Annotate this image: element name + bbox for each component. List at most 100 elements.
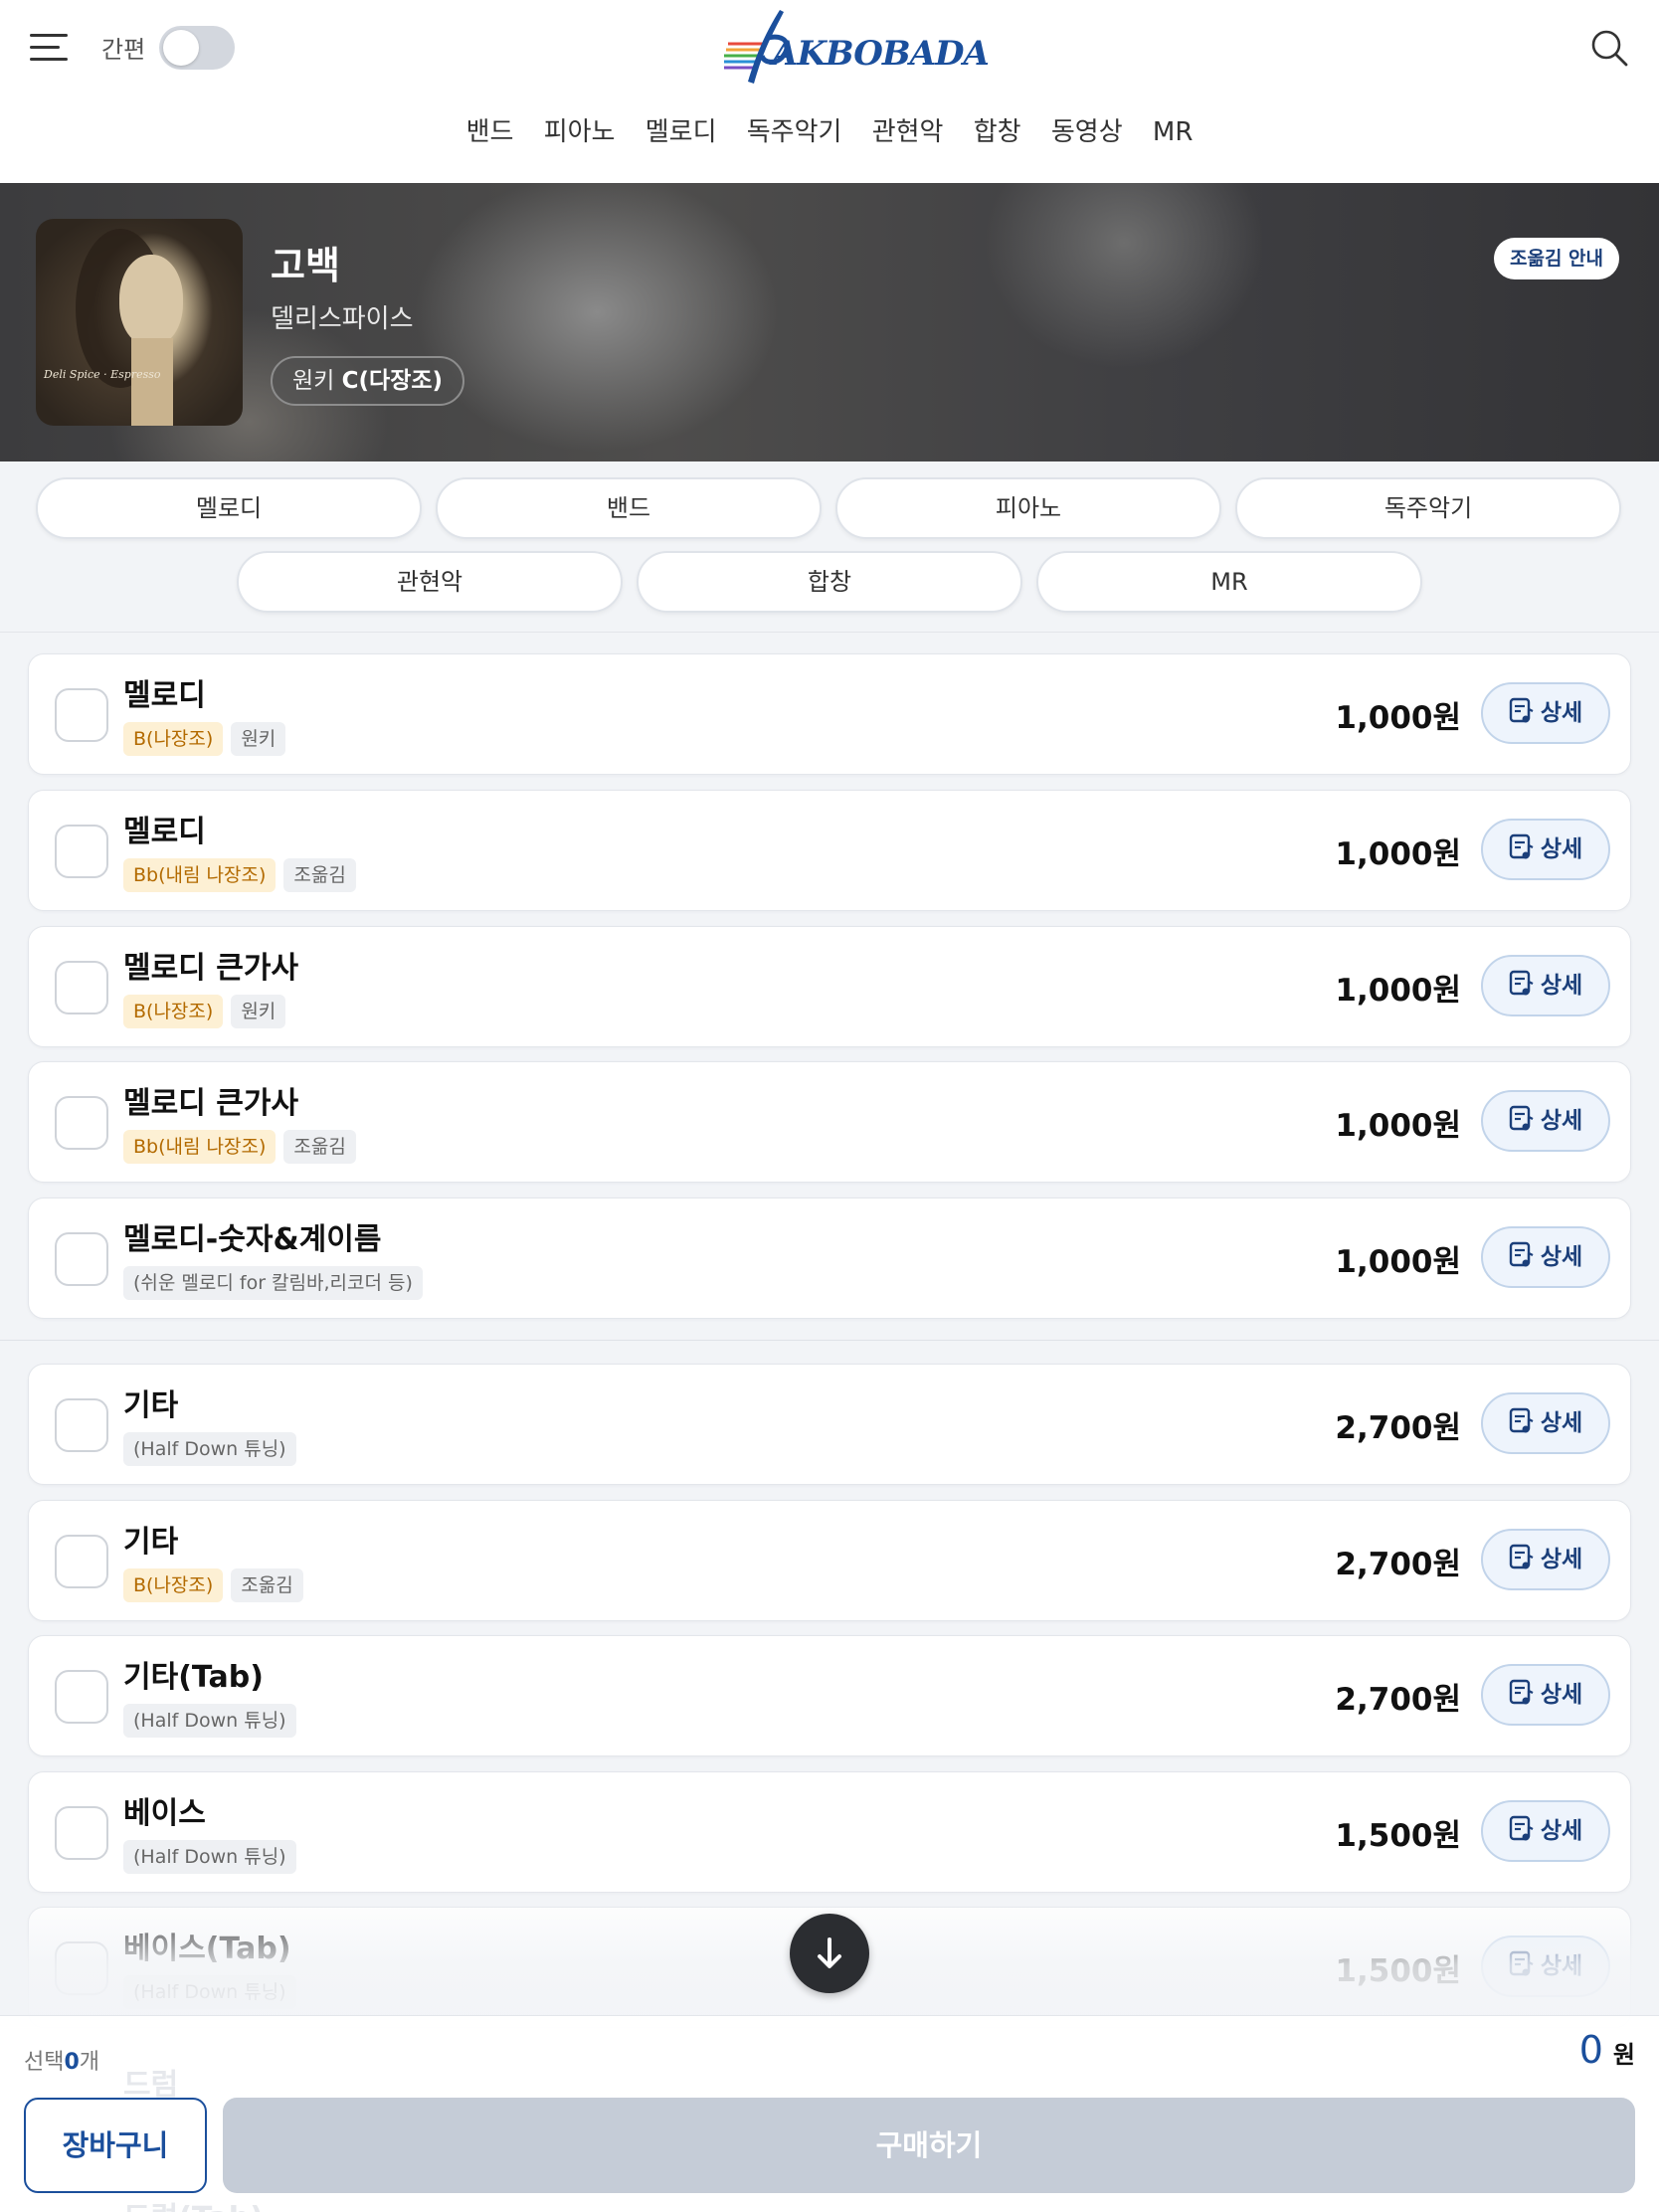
transpose-info-button[interactable]: 조옮김 안내 xyxy=(1494,238,1620,279)
select-checkbox[interactable] xyxy=(55,1096,108,1150)
item-tags: (쉬운 멜로디 for 칼림바,리코더 등) xyxy=(123,1266,423,1300)
sheet-music-icon xyxy=(1509,833,1534,859)
select-checkbox[interactable] xyxy=(55,1670,108,1724)
original-key-badge: 원키 C(다장조) xyxy=(271,356,465,406)
chip-orchestra[interactable]: 관현악 xyxy=(237,551,623,613)
select-checkbox[interactable] xyxy=(55,961,108,1014)
sheet-music-icon xyxy=(1509,1679,1534,1705)
info-tag: (Half Down 튜닝) xyxy=(123,1432,296,1466)
total-price: 0원 xyxy=(1579,2028,1635,2072)
item-tags: B(나장조) 조옮김 xyxy=(123,1568,303,1602)
simple-mode-toggle[interactable] xyxy=(159,26,235,70)
select-checkbox[interactable] xyxy=(55,688,108,742)
scroll-down-button[interactable] xyxy=(790,1914,869,1993)
info-tag: 조옮김 xyxy=(231,1568,303,1602)
score-item-card[interactable]: 기타(Tab) (Half Down 튜닝) 2,700원 상세 xyxy=(28,1635,1631,1756)
nav-item-band[interactable]: 밴드 xyxy=(466,111,514,148)
item-name: 기타(Tab) xyxy=(123,1660,264,1695)
nav-item-video[interactable]: 동영상 xyxy=(1051,111,1123,148)
score-item-card[interactable]: 기타 B(나장조) 조옮김 2,700원 상세 xyxy=(28,1500,1631,1621)
detail-button[interactable]: 상세 xyxy=(1481,1090,1610,1152)
purchase-bar: 드럼 드럼(Tab) 선택0개 0원 장바구니 구매하기 xyxy=(0,2015,1659,2212)
detail-label: 상세 xyxy=(1540,1547,1583,1572)
score-item-card[interactable]: 멜로디 Bb(내림 나장조) 조옮김 1,000원 상세 xyxy=(28,790,1631,911)
detail-label: 상세 xyxy=(1540,1108,1583,1134)
detail-button[interactable]: 상세 xyxy=(1481,1226,1610,1288)
select-checkbox[interactable] xyxy=(55,825,108,878)
detail-button[interactable]: 상세 xyxy=(1481,819,1610,880)
item-price: 1,000원 xyxy=(1335,700,1461,736)
nav-item-piano[interactable]: 피아노 xyxy=(544,111,616,148)
item-tags: B(나장조) 원키 xyxy=(123,995,286,1028)
add-to-cart-button[interactable]: 장바구니 xyxy=(24,2098,207,2193)
key-tag: Bb(내림 나장조) xyxy=(123,1130,276,1164)
section-divider xyxy=(0,1340,1659,1341)
sheet-music-icon xyxy=(1509,1105,1534,1131)
detail-button[interactable]: 상세 xyxy=(1481,1529,1610,1590)
info-tag: (Half Down 튜닝) xyxy=(123,1704,296,1738)
score-item-card[interactable]: 멜로디 큰가사 Bb(내림 나장조) 조옮김 1,000원 상세 xyxy=(28,1061,1631,1183)
chip-choir[interactable]: 합창 xyxy=(637,551,1022,613)
detail-button[interactable]: 상세 xyxy=(1481,955,1610,1016)
score-item-card[interactable]: 멜로디 B(나장조) 원키 1,000원 상세 xyxy=(28,653,1631,775)
chip-band[interactable]: 밴드 xyxy=(436,477,822,539)
nav-item-melody[interactable]: 멜로디 xyxy=(645,111,717,148)
sheet-music-icon xyxy=(1509,697,1534,723)
detail-button[interactable]: 상세 xyxy=(1481,682,1610,744)
selected-count-value: 0 xyxy=(64,2050,80,2075)
nav-item-solo[interactable]: 독주악기 xyxy=(747,111,842,148)
song-artist: 델리스파이스 xyxy=(271,304,414,334)
top-header: 간편 AKBOBADA 밴드 피아노 멜로디 독주악기 관현악 합창 동영상 M… xyxy=(0,0,1659,183)
select-checkbox[interactable] xyxy=(55,1806,108,1860)
item-name: 멜로디 큰가사 xyxy=(123,951,299,986)
select-checkbox[interactable] xyxy=(55,1398,108,1452)
chip-solo[interactable]: 독주악기 xyxy=(1235,477,1621,539)
score-item-card[interactable]: 베이스 (Half Down 튜닝) 1,500원 상세 xyxy=(28,1771,1631,1893)
sheet-music-icon xyxy=(1509,1407,1534,1433)
select-checkbox[interactable] xyxy=(55,1232,108,1286)
item-price: 2,700원 xyxy=(1335,1410,1461,1446)
search-icon[interactable] xyxy=(1589,28,1629,68)
score-item-card[interactable]: 멜로디 큰가사 B(나장조) 원키 1,000원 상세 xyxy=(28,926,1631,1047)
sheet-music-icon xyxy=(1509,1815,1534,1841)
item-tags: (Half Down 튜닝) xyxy=(123,1840,296,1874)
akbobada-logo[interactable]: AKBOBADA xyxy=(724,8,990,90)
item-price: 1,000원 xyxy=(1335,1108,1461,1144)
item-price: 1,500원 xyxy=(1335,1818,1461,1854)
selected-count: 선택0개 xyxy=(24,2044,99,2076)
cover-signature: Deli Spice · Espresso xyxy=(44,368,161,381)
nav-item-mr[interactable]: MR xyxy=(1153,117,1194,147)
main-nav: 밴드 피아노 멜로디 독주악기 관현악 합창 동영상 MR xyxy=(0,111,1659,148)
detail-button[interactable]: 상세 xyxy=(1481,1800,1610,1862)
chip-piano[interactable]: 피아노 xyxy=(835,477,1221,539)
chip-mr[interactable]: MR xyxy=(1036,551,1422,613)
detail-button[interactable]: 상세 xyxy=(1481,1392,1610,1454)
buy-button[interactable]: 구매하기 xyxy=(223,2098,1635,2193)
chip-melody[interactable]: 멜로디 xyxy=(36,477,422,539)
nav-item-choir[interactable]: 합창 xyxy=(974,111,1021,148)
item-tags: Bb(내림 나장조) 조옮김 xyxy=(123,858,356,892)
score-item-card[interactable]: 기타 (Half Down 튜닝) 2,700원 상세 xyxy=(28,1364,1631,1485)
item-tags: Bb(내림 나장조) 조옮김 xyxy=(123,1130,356,1164)
hidden-item-name: 드럼(Tab) xyxy=(123,2193,264,2212)
menu-icon[interactable] xyxy=(30,32,70,64)
item-price: 2,700원 xyxy=(1335,1547,1461,1582)
nav-item-orchestra[interactable]: 관현악 xyxy=(872,111,944,148)
key-tag: B(나장조) xyxy=(123,995,224,1028)
item-tags: B(나장조) 원키 xyxy=(123,722,286,756)
total-price-value: 0 xyxy=(1578,2028,1603,2072)
item-name: 멜로디 xyxy=(123,815,206,849)
sheet-music-icon xyxy=(1509,1241,1534,1267)
info-tag: (Half Down 튜닝) xyxy=(123,1840,296,1874)
toggle-knob xyxy=(163,30,199,66)
detail-label: 상세 xyxy=(1540,836,1583,862)
item-name: 멜로디-숫자&계이름 xyxy=(123,1222,382,1257)
detail-label: 상세 xyxy=(1540,1682,1583,1708)
score-item-card[interactable]: 멜로디-숫자&계이름 (쉬운 멜로디 for 칼림바,리코더 등) 1,000원 상세 xyxy=(28,1198,1631,1319)
select-checkbox[interactable] xyxy=(55,1535,108,1588)
sheet-music-icon xyxy=(1509,1544,1534,1569)
detail-label: 상세 xyxy=(1540,1244,1583,1270)
total-price-unit: 원 xyxy=(1612,2041,1635,2069)
detail-button[interactable]: 상세 xyxy=(1481,1664,1610,1726)
info-tag: 원키 xyxy=(231,995,286,1028)
